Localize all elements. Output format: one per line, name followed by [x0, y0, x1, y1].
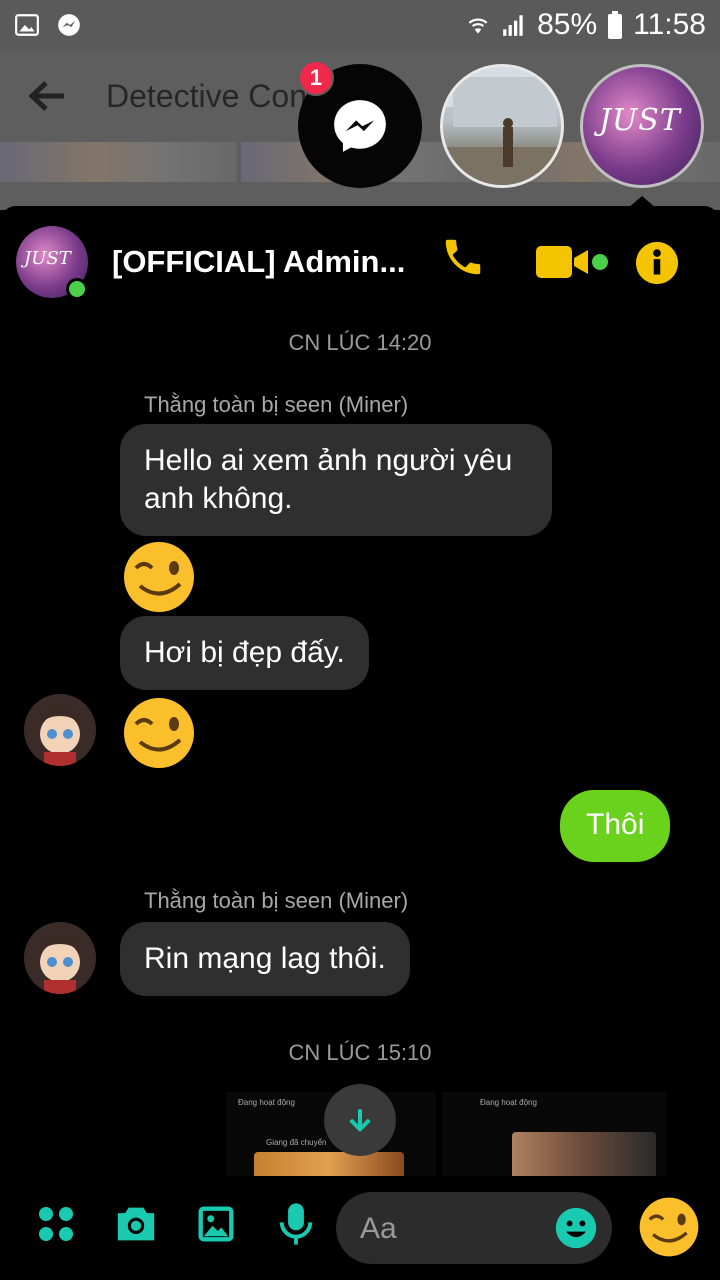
signal-icon [503, 15, 523, 36]
clock: 11:58 [633, 8, 706, 41]
four-dots-icon [39, 1207, 73, 1241]
microphone-icon [279, 1203, 313, 1245]
chat-panel: JUST [OFFICIAL] Admin... CN LÚC 14:20 Th… [0, 206, 720, 1280]
chat-head-photo[interactable] [440, 64, 564, 188]
battery-percent: 85% [537, 8, 598, 41]
sender-avatar-image [24, 922, 96, 994]
message-bubble[interactable]: Hello ai xem ảnh người yêu anh không. [120, 424, 552, 536]
camera-button[interactable] [114, 1202, 158, 1246]
shared-status-text: Đang hoạt động [238, 1098, 295, 1107]
composer-bar: Aa [0, 1176, 720, 1280]
group-avatar-text: JUST [24, 248, 71, 269]
sender-avatar[interactable] [24, 922, 96, 994]
shared-image[interactable]: Đang hoạt động Giang đã chuyển Đang hoạt… [226, 1092, 666, 1180]
message-bubble[interactable]: Rin mạng lag thôi. [120, 922, 410, 996]
my-message-bubble[interactable]: Thôi [560, 790, 671, 862]
chat-header: JUST [OFFICIAL] Admin... [0, 206, 720, 318]
gallery-button[interactable] [194, 1202, 238, 1246]
wink-emoji-icon[interactable] [122, 540, 196, 614]
status-bar: 85% 11:58 [0, 0, 720, 50]
shared-status-text: Đang hoạt động [480, 1098, 537, 1107]
shared-caption-text: Giang đã chuyển [266, 1138, 327, 1147]
wifi-icon [468, 18, 488, 34]
unread-badge: 1 [298, 60, 334, 96]
video-camera-icon [536, 246, 608, 278]
info-icon [635, 241, 679, 285]
back-arrow-icon [28, 81, 64, 111]
arrow-down-icon [349, 1109, 371, 1133]
sender-name: Thằng toàn bị seen (Miner) [144, 392, 409, 417]
sender-avatar-image [24, 694, 96, 766]
camera-icon [117, 1207, 155, 1241]
emoji-picker-icon[interactable] [554, 1206, 598, 1250]
wink-emoji-icon[interactable] [122, 696, 196, 770]
timestamp: CN LÚC 15:10 [288, 1040, 432, 1065]
messenger-icon [334, 100, 386, 152]
phone-icon [445, 239, 481, 275]
message-text-line: Hello ai xem ảnh người yêu [144, 444, 513, 477]
message-text: Hơi bị đẹp đấy. [144, 636, 345, 669]
gallery-notification-icon [15, 14, 39, 36]
timestamp: CN LÚC 14:20 [288, 330, 432, 355]
voice-message-button[interactable] [274, 1202, 318, 1246]
image-icon [198, 1206, 234, 1242]
messenger-notification-icon [58, 14, 80, 36]
info-button[interactable] [634, 240, 680, 286]
message-text: Rin mạng lag thôi. [144, 942, 386, 975]
shared-thumbnail [512, 1132, 656, 1180]
chat-title[interactable]: [OFFICIAL] Admin... [112, 244, 405, 280]
sender-avatar[interactable] [24, 694, 96, 766]
message-text: Thôi [586, 808, 645, 841]
message-text-line: anh không. [144, 482, 293, 515]
online-indicator [66, 278, 88, 300]
message-bubble[interactable]: Hơi bị đẹp đấy. [120, 616, 369, 690]
scroll-to-bottom-button[interactable] [324, 1084, 396, 1156]
video-call-button[interactable] [534, 240, 610, 284]
voice-call-button[interactable] [440, 234, 486, 280]
shared-image-right: Đang hoạt động [442, 1092, 666, 1180]
chat-head-group[interactable]: JUST [580, 64, 704, 188]
battery-icon [608, 11, 623, 39]
message-input[interactable]: Aa [336, 1192, 612, 1264]
more-actions-button[interactable] [34, 1202, 78, 1246]
sender-name: Thằng toàn bị seen (Miner) [144, 888, 409, 913]
message-input-placeholder: Aa [360, 1212, 397, 1245]
wink-emoji-send-button[interactable] [638, 1196, 700, 1258]
album-art-text: JUST [599, 103, 681, 138]
